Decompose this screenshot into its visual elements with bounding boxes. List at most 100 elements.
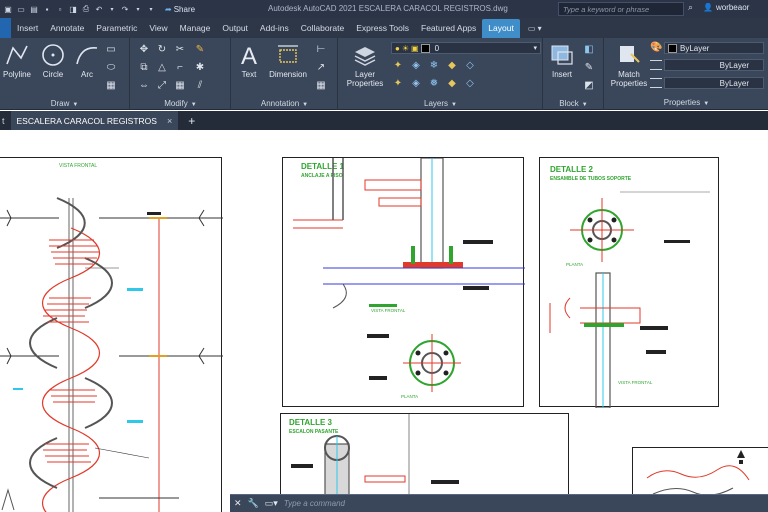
tab-manage[interactable]: Manage	[174, 19, 217, 38]
user-account[interactable]: 👤 worbeaor	[703, 3, 749, 12]
offset-icon[interactable]: ⫽	[193, 78, 207, 92]
layer-freeze-icon[interactable]: ❄	[427, 58, 441, 72]
close-command-line-icon[interactable]: ✕	[234, 498, 242, 509]
sun-icon: ☀	[401, 43, 410, 53]
polyline-label: Polyline	[2, 70, 31, 79]
detail-2-sheet: DETALLE 2 ENSAMBLE DE TUBOS SOPORTE PLAN…	[539, 157, 719, 408]
layer-previous-icon[interactable]: ◇	[463, 76, 477, 90]
layers-panel-title[interactable]: Layers ▼	[339, 99, 542, 108]
detail-1-caption-planta: PLANTA	[401, 394, 419, 399]
layer-properties-label: Layer Properties	[346, 70, 384, 88]
ribbon-toggle-icon[interactable]: ▭ ▾	[520, 20, 550, 38]
fillet-icon[interactable]: ⌐	[173, 60, 187, 74]
search-input[interactable]: Type a keyword or phrase	[558, 2, 684, 16]
color-dropdown[interactable]: ByLayer	[664, 42, 764, 54]
new-file-icon[interactable]: ▭	[16, 4, 26, 14]
annotation-panel-title[interactable]: Annotation ▼	[232, 99, 337, 108]
save-as-icon[interactable]: ▫	[55, 4, 65, 14]
start-tab-edge[interactable]: t	[0, 116, 11, 126]
circle-icon	[42, 44, 64, 66]
undo-dropdown-icon[interactable]: ▾	[107, 4, 117, 14]
layer-lock-icon[interactable]: ◆	[445, 58, 459, 72]
layers-panel: Layer Properties ● ☀ ▣ 0 ▾ ✦ ◈ ❄ ◆ ◇ ✦ ◈…	[339, 38, 543, 110]
tab-annotate[interactable]: Annotate	[44, 19, 90, 38]
layer-off-icon[interactable]: ✦	[391, 58, 405, 72]
arc-button[interactable]: Arc	[72, 42, 102, 79]
layer-properties-button[interactable]: Layer Properties	[343, 42, 387, 88]
tab-parametric[interactable]: Parametric	[90, 19, 143, 38]
tab-express-tools[interactable]: Express Tools	[350, 19, 415, 38]
layer-thaw-icon[interactable]: ❅	[427, 76, 441, 90]
tab-insert[interactable]: Insert	[11, 19, 44, 38]
layer-unlock-icon[interactable]: ◆	[445, 76, 459, 90]
arc-label: Arc	[81, 70, 93, 79]
tab-add-ins[interactable]: Add-ins	[254, 19, 295, 38]
scale-icon[interactable]: ⤢	[155, 78, 169, 92]
circle-button[interactable]: Circle	[36, 42, 70, 79]
trim-icon[interactable]: ✂	[173, 42, 187, 56]
rotate-icon[interactable]: ↻	[155, 42, 169, 56]
tab-view[interactable]: View	[143, 19, 173, 38]
properties-panel-title[interactable]: Properties ▼	[605, 98, 768, 107]
share-button[interactable]: ➦ Share	[165, 5, 195, 14]
hatch-icon[interactable]: ▦	[104, 78, 118, 92]
drawing-canvas[interactable]: VISTA FRONTAL DETALLE 1 ANCLAJE A PISO V…	[0, 130, 768, 512]
tab-collaborate[interactable]: Collaborate	[295, 19, 350, 38]
tab-output[interactable]: Output	[216, 19, 254, 38]
recent-commands-icon[interactable]: ▭▾	[265, 498, 278, 509]
leader-icon[interactable]: ⊢	[314, 42, 328, 56]
save-icon[interactable]: ▪	[42, 4, 52, 14]
layer-dropdown[interactable]: ● ☀ ▣ 0 ▾	[391, 42, 541, 54]
dimension-button[interactable]: Dimension	[266, 42, 310, 79]
copy-icon[interactable]: ⧉	[137, 60, 151, 74]
edit-block-icon[interactable]: ✎	[582, 60, 596, 74]
rectangle-icon[interactable]: ▭	[104, 42, 118, 56]
match-properties-button[interactable]: Match Properties	[607, 42, 651, 88]
linetype-dropdown[interactable]: ByLayer	[664, 59, 764, 71]
close-tab-icon[interactable]: ×	[167, 116, 172, 126]
ribbon-tab-row: Insert Annotate Parametric View Manage O…	[0, 18, 768, 38]
open-folder-icon[interactable]: ▤	[29, 4, 39, 14]
mirror-icon[interactable]: △	[155, 60, 169, 74]
create-block-icon[interactable]: ◧	[582, 42, 596, 56]
explode-icon[interactable]: ✱	[193, 60, 207, 74]
redo-icon[interactable]: ↷	[120, 4, 130, 14]
home-tab-edge[interactable]	[0, 18, 11, 38]
block-panel-title[interactable]: Block ▼	[544, 99, 603, 108]
insert-block-button[interactable]: Insert	[546, 42, 578, 79]
layer-on-icon[interactable]: ✦	[391, 76, 405, 90]
leader-arrow-icon[interactable]: ↗	[314, 60, 328, 74]
modify-panel-title[interactable]: Modify ▼	[131, 99, 230, 108]
move-icon[interactable]: ✥	[137, 42, 151, 56]
search-icon[interactable]: ⌕	[688, 2, 693, 13]
redo-dropdown-icon[interactable]: ▾	[133, 4, 143, 14]
table-icon[interactable]: ▦	[314, 78, 328, 92]
command-input[interactable]: Type a command	[284, 499, 345, 508]
file-tab-active[interactable]: ESCALERA CARACOL REGISTROS ×	[10, 111, 179, 130]
layer-isolate-icon[interactable]: ◈	[409, 58, 423, 72]
block-attribute-icon[interactable]: ◩	[582, 78, 596, 92]
arc-icon	[76, 47, 98, 65]
erase-icon[interactable]: ✎	[193, 42, 207, 56]
lineweight-icon	[650, 78, 662, 88]
layer-value: 0	[434, 43, 440, 53]
plot-icon[interactable]: ⎙	[81, 4, 91, 14]
layer-match-icon[interactable]: ◇	[463, 58, 477, 72]
undo-icon[interactable]: ↶	[94, 4, 104, 14]
lineweight-dropdown[interactable]: ByLayer	[664, 77, 764, 89]
tab-featured-apps[interactable]: Featured Apps	[415, 19, 482, 38]
polyline-button[interactable]: Polyline	[0, 42, 34, 79]
customize-wrench-icon[interactable]: 🔧	[248, 498, 259, 509]
app-menu-icon[interactable]: ▣	[3, 4, 13, 14]
tab-layout[interactable]: Layout	[482, 19, 520, 38]
draw-panel-title[interactable]: Draw ▼	[0, 99, 129, 108]
match-properties-icon	[620, 46, 640, 63]
array-icon[interactable]: ▦	[173, 78, 187, 92]
new-tab-icon[interactable]: +	[188, 114, 195, 128]
ellipse-icon[interactable]: ⬭	[104, 60, 118, 74]
stretch-icon[interactable]: ⇔	[137, 78, 151, 92]
web-mobile-icon[interactable]: ◨	[68, 4, 78, 14]
customize-dropdown-icon[interactable]: ▾	[146, 4, 156, 14]
text-button[interactable]: A Text	[234, 42, 264, 79]
layer-unisolate-icon[interactable]: ◈	[409, 76, 423, 90]
